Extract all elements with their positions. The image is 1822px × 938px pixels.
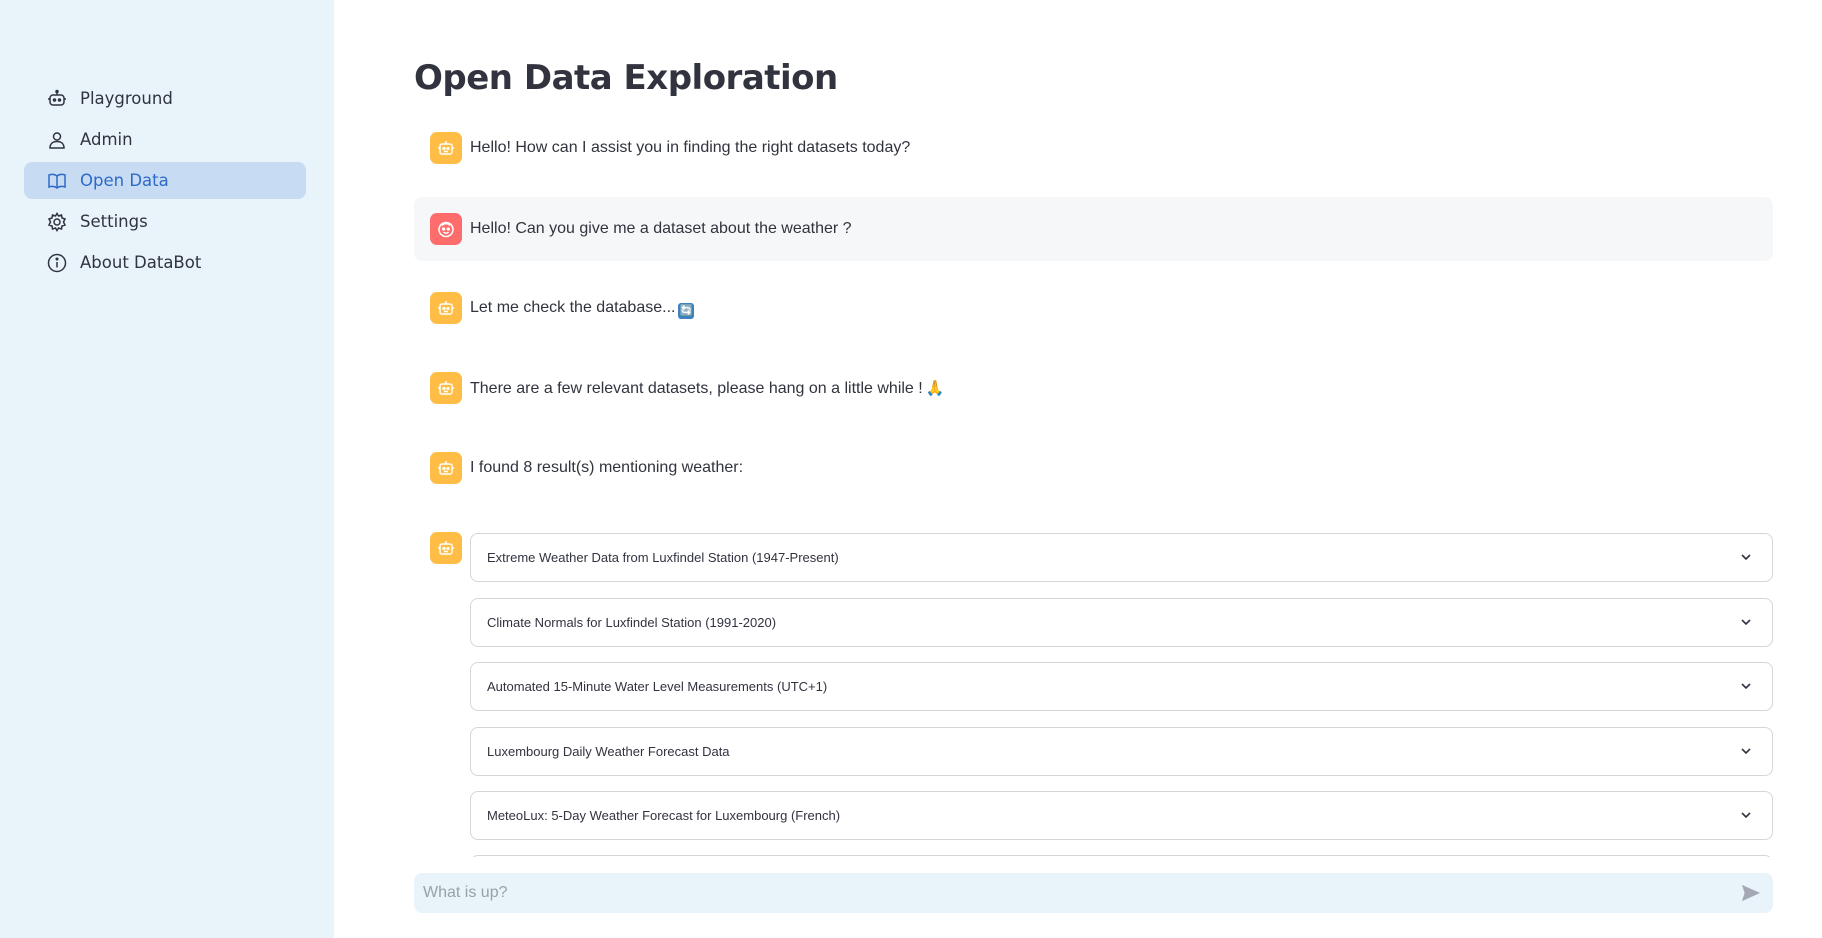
dataset-title: MeteoLux: 5-Day Weather Forecast for Lux… [487, 808, 841, 823]
chat-message-assistant: Hello! How can I assist you in finding t… [414, 128, 1773, 168]
info-icon [46, 252, 68, 274]
sidebar-item-label: Admin [80, 130, 133, 149]
dataset-expander[interactable]: Extreme Weather Data from Luxfindel Stat… [470, 533, 1773, 582]
sidebar-item-label: Settings [80, 212, 148, 231]
sidebar-item-playground[interactable]: Playground [24, 80, 306, 117]
chat-input[interactable] [414, 874, 1714, 912]
chat-input-bar [414, 873, 1773, 913]
chevron-down-icon [1741, 554, 1751, 561]
chevron-down-icon [1741, 812, 1751, 819]
gear-icon [46, 211, 68, 233]
message-text: There are a few relevant datasets, pleas… [470, 379, 944, 398]
robot-icon [430, 452, 462, 484]
chevron-down-icon [1741, 619, 1751, 626]
chat-message-assistant: I found 8 result(s) mentioning weather: [414, 448, 1773, 488]
refresh-emoji-icon: 🔄 [678, 303, 695, 319]
dataset-results: Extreme Weather Data from Luxfindel Stat… [414, 530, 1773, 857]
robot-icon [430, 292, 462, 324]
sidebar-item-label: About DataBot [80, 253, 202, 272]
send-button[interactable] [1739, 882, 1763, 904]
page-title: Open Data Exploration [414, 58, 838, 98]
sidebar-item-settings[interactable]: Settings [24, 203, 306, 240]
message-text: Let me check the database... 🔄 [470, 299, 695, 319]
sidebar-item-label: Open Data [80, 171, 169, 190]
chevron-down-icon [1741, 748, 1751, 755]
main-content: Open Data Exploration Hello! How can I a… [334, 0, 1822, 938]
dataset-title: Extreme Weather Data from Luxfindel Stat… [487, 550, 839, 565]
dataset-expander[interactable]: Climate Normals for Luxfindel Station (1… [470, 598, 1773, 647]
dataset-title: Luxembourg Daily Weather Forecast Data [487, 744, 730, 759]
message-text: Hello! Can you give me a dataset about t… [470, 220, 852, 237]
dataset-expander[interactable]: Automated 15-Minute Water Level Measurem… [470, 662, 1773, 711]
dataset-title: Climate Normals for Luxfindel Station (1… [487, 615, 777, 630]
sidebar-nav: Playground Admin Open Data Settings Abou… [24, 80, 306, 285]
pray-emoji-icon: 🙏 [925, 380, 945, 397]
sidebar-item-label: Playground [80, 89, 173, 108]
person-icon [46, 129, 68, 151]
dataset-expander[interactable]: Luxembourg Daily Weather Forecast Data [470, 727, 1773, 776]
chat-message-assistant: There are a few relevant datasets, pleas… [414, 368, 1773, 408]
face-icon [430, 213, 462, 245]
sidebar-item-about[interactable]: About DataBot [24, 244, 306, 281]
book-icon [46, 170, 68, 192]
message-text: Hello! How can I assist you in finding t… [470, 139, 911, 156]
chevron-down-icon [1741, 683, 1751, 690]
chat-message-user: Hello! Can you give me a dataset about t… [414, 197, 1773, 261]
sidebar-item-open-data[interactable]: Open Data [24, 162, 306, 199]
dataset-expander[interactable]: MeteoLux: 5-Day Weather Forecast for Lux… [470, 791, 1773, 840]
robot-icon [430, 132, 462, 164]
sidebar-item-admin[interactable]: Admin [24, 121, 306, 158]
message-body: There are a few relevant datasets, pleas… [470, 380, 923, 397]
message-body: Let me check the database... [470, 299, 676, 316]
send-icon [1741, 884, 1761, 902]
robot-icon [46, 88, 68, 110]
robot-icon [430, 372, 462, 404]
message-text: I found 8 result(s) mentioning weather: [470, 459, 744, 476]
dataset-title: Automated 15-Minute Water Level Measurem… [487, 679, 828, 694]
dataset-expander-partial[interactable] [470, 855, 1773, 857]
sidebar: Playground Admin Open Data Settings Abou… [0, 0, 334, 938]
robot-icon [430, 532, 462, 564]
chat-message-assistant: Let me check the database... 🔄 [414, 288, 1773, 328]
